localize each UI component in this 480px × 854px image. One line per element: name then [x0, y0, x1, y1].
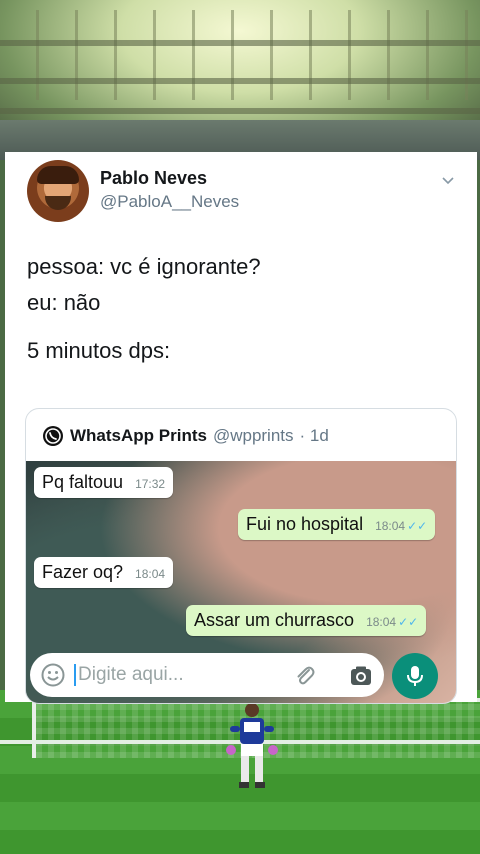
emoji-icon[interactable]	[40, 662, 66, 688]
chat-message-out: Fui no hospital 18:04 ✓✓	[238, 509, 436, 540]
microphone-icon	[407, 666, 423, 686]
microphone-button[interactable]	[392, 653, 438, 699]
author-handle[interactable]: @PabloA__Neves	[100, 192, 239, 212]
chevron-down-icon[interactable]	[441, 174, 455, 188]
chat-message-in: Fazer oq? 18:04	[34, 557, 174, 588]
whatsapp-icon	[43, 426, 63, 446]
message-time: 18:04	[366, 615, 397, 629]
author-name[interactable]: Pablo Neves	[100, 168, 207, 189]
tweet-line-2: eu: não	[27, 290, 101, 315]
read-ticks-icon: ✓✓	[407, 519, 428, 533]
message-input[interactable]: Digite aqui...	[30, 653, 384, 697]
message-text: Fazer oq?	[42, 562, 124, 582]
tweet-card: Pablo Neves @PabloA__Neves pessoa: vc é …	[5, 152, 477, 704]
quoted-tweet-header: WhatsApp Prints @wpprints · 1d	[42, 423, 329, 449]
quoted-tweet[interactable]: WhatsApp Prints @wpprints · 1d Pq faltou…	[25, 408, 457, 704]
tweet-line-1: pessoa: vc é ignorante?	[27, 254, 261, 279]
goalkeeper-figure	[226, 703, 278, 788]
message-text: Pq faltouu	[42, 472, 124, 492]
tweet-line-3: 5 minutos dps:	[27, 338, 171, 363]
quoted-author-handle: @wpprints	[212, 426, 294, 445]
message-text: Fui no hospital	[246, 514, 364, 534]
quoted-tweet-age: · 1d	[299, 426, 329, 445]
message-time: 18:04	[375, 519, 406, 533]
message-time: 18:04	[135, 567, 166, 581]
chat-message-in: Pq faltouu 17:32	[34, 467, 174, 498]
chat-message-out: Assar um churrasco 18:04 ✓✓	[186, 605, 427, 636]
camera-icon[interactable]	[348, 663, 374, 689]
chat-screenshot: Pq faltouu 17:32 Fui no hospital 18:04 ✓✓ F…	[26, 461, 456, 703]
paperclip-icon[interactable]	[292, 663, 318, 689]
read-ticks-icon: ✓✓	[398, 615, 419, 629]
quoted-author-name: WhatsApp Prints	[70, 426, 207, 445]
avatar[interactable]	[27, 160, 89, 222]
input-placeholder[interactable]: Digite aqui...	[74, 664, 184, 686]
message-time: 17:32	[135, 477, 166, 491]
message-text: Assar um churrasco	[194, 610, 355, 630]
